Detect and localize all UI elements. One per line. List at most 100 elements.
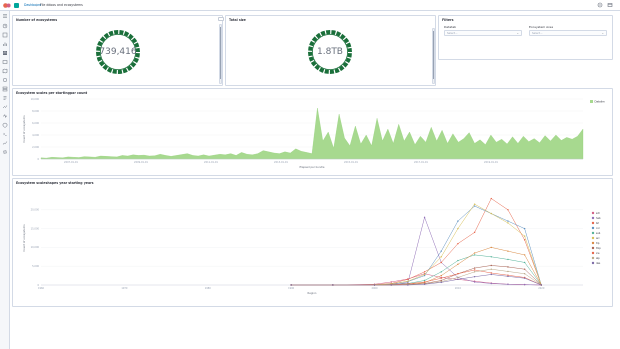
menu-icon[interactable]: [2, 13, 8, 19]
y-axis-label: Count of ecosystems: [22, 115, 26, 143]
data-point: [423, 283, 426, 285]
data-point: [440, 277, 442, 279]
legend-swatch: [591, 226, 595, 230]
control1-placeholder: Select...: [447, 32, 458, 35]
data-point: [523, 227, 526, 230]
data-point: [490, 264, 492, 267]
legend-swatch: [591, 216, 595, 220]
x-tick-label: 2013-01-01: [274, 161, 288, 164]
x-tick-label: 2015-01-01: [344, 161, 358, 164]
data-point: [457, 242, 459, 245]
data-point: [440, 256, 442, 258]
legend-swatch: [591, 251, 595, 255]
data-point: [423, 281, 426, 283]
dev-tools-icon[interactable]: [2, 131, 8, 137]
y-tick-label: 5,000: [32, 265, 39, 268]
legend-label: hab: [596, 217, 601, 220]
legend-label: cor: [596, 227, 600, 230]
data-point: [507, 266, 509, 268]
data-point: [523, 283, 526, 286]
legend-swatch: [591, 231, 595, 235]
data-point: [440, 271, 442, 273]
control1-label: Datatab: [444, 25, 457, 29]
control2-select[interactable]: Select... ⌄: [529, 30, 607, 36]
x-axis-label: Elapsed per bundle: [299, 165, 324, 169]
canvas-icon[interactable]: [2, 59, 8, 65]
x-tick-label: 1970: [121, 287, 128, 290]
infrastructure-icon[interactable]: [2, 86, 8, 92]
data-point: [423, 273, 426, 276]
data-point: [423, 271, 426, 273]
data-point: [290, 284, 292, 286]
legend-swatch: [591, 256, 595, 260]
data-point: [490, 212, 492, 215]
legend-label: tmp: [596, 247, 601, 250]
legend-label: Datalim: [595, 100, 606, 104]
filters-panel: Filters Datatab Select... ⌄ Ecosystem Ar…: [438, 15, 613, 60]
uptime-icon[interactable]: [2, 113, 8, 119]
panel-options-button[interactable]: [218, 17, 224, 21]
control1-select[interactable]: Select... ⌄: [444, 30, 522, 36]
data-point: [490, 282, 492, 285]
data-point: [473, 205, 476, 207]
data-point: [523, 277, 526, 279]
ml-icon[interactable]: [2, 77, 8, 83]
discover-icon[interactable]: [2, 32, 8, 38]
data-point: [423, 216, 426, 219]
data-point: [473, 271, 476, 273]
control2-label: Ecosystem Area: [529, 25, 554, 29]
app-logo-icon[interactable]: [3, 2, 11, 9]
siem-icon[interactable]: [2, 122, 8, 128]
series-line-cor: [291, 205, 542, 286]
data-point: [332, 284, 334, 286]
apm-icon[interactable]: [2, 104, 8, 110]
data-point: [440, 261, 442, 264]
data-point: [457, 227, 459, 230]
data-point: [523, 268, 526, 270]
data-point: [457, 278, 459, 281]
logs-icon[interactable]: [2, 95, 8, 101]
share-icon[interactable]: [607, 2, 613, 8]
settings-icon[interactable]: [597, 2, 603, 8]
maps-icon[interactable]: [2, 68, 8, 74]
legend-swatch: [591, 221, 595, 225]
data-point: [457, 273, 459, 275]
y-tick-label: 20,000: [31, 209, 40, 212]
breadcrumb-current: File ddoos and ecosystems: [40, 3, 83, 7]
data-point: [457, 220, 459, 222]
legend-swatch: [591, 261, 595, 265]
area-series: [40, 107, 584, 160]
visualize-icon[interactable]: [2, 41, 8, 47]
series-line-arc: [291, 203, 542, 286]
data-point: [440, 281, 442, 284]
data-point: [540, 284, 543, 286]
size-panel-scrollbar[interactable]: [432, 28, 435, 84]
y-tick-label: 4,000: [32, 134, 39, 137]
data-point: [407, 284, 409, 286]
count-panel-scrollbar[interactable]: [219, 24, 222, 84]
data-point: [473, 231, 476, 234]
data-point: [440, 250, 442, 252]
data-point: [490, 272, 492, 274]
data-point: [507, 275, 509, 278]
data-point: [473, 252, 476, 254]
dashboard-icon[interactable]: [2, 50, 8, 56]
data-point: [490, 246, 492, 249]
clock-icon[interactable]: [2, 23, 8, 29]
data-point: [507, 220, 509, 222]
legend-swatch: [591, 246, 595, 250]
scrollbar-thumb[interactable]: [220, 27, 221, 79]
filters-panel-title: Filters: [442, 18, 454, 22]
size-value: 1.8TB: [317, 47, 343, 57]
scrollbar-thumb[interactable]: [433, 31, 434, 79]
breadcrumb-dashboard[interactable]: Dashboard: [24, 3, 41, 7]
size-panel: Total size 1.8TB: [225, 15, 436, 86]
monitoring-icon[interactable]: [2, 140, 8, 146]
count-panel-title: Number of ecosystems: [16, 18, 58, 22]
legend-swatch: [591, 241, 595, 245]
app-badge-icon[interactable]: [14, 3, 19, 8]
data-point: [490, 256, 492, 258]
count-panel: Number of ecosystems 739,416: [12, 15, 224, 86]
data-point: [473, 203, 476, 205]
management-gear-icon[interactable]: [2, 149, 8, 155]
